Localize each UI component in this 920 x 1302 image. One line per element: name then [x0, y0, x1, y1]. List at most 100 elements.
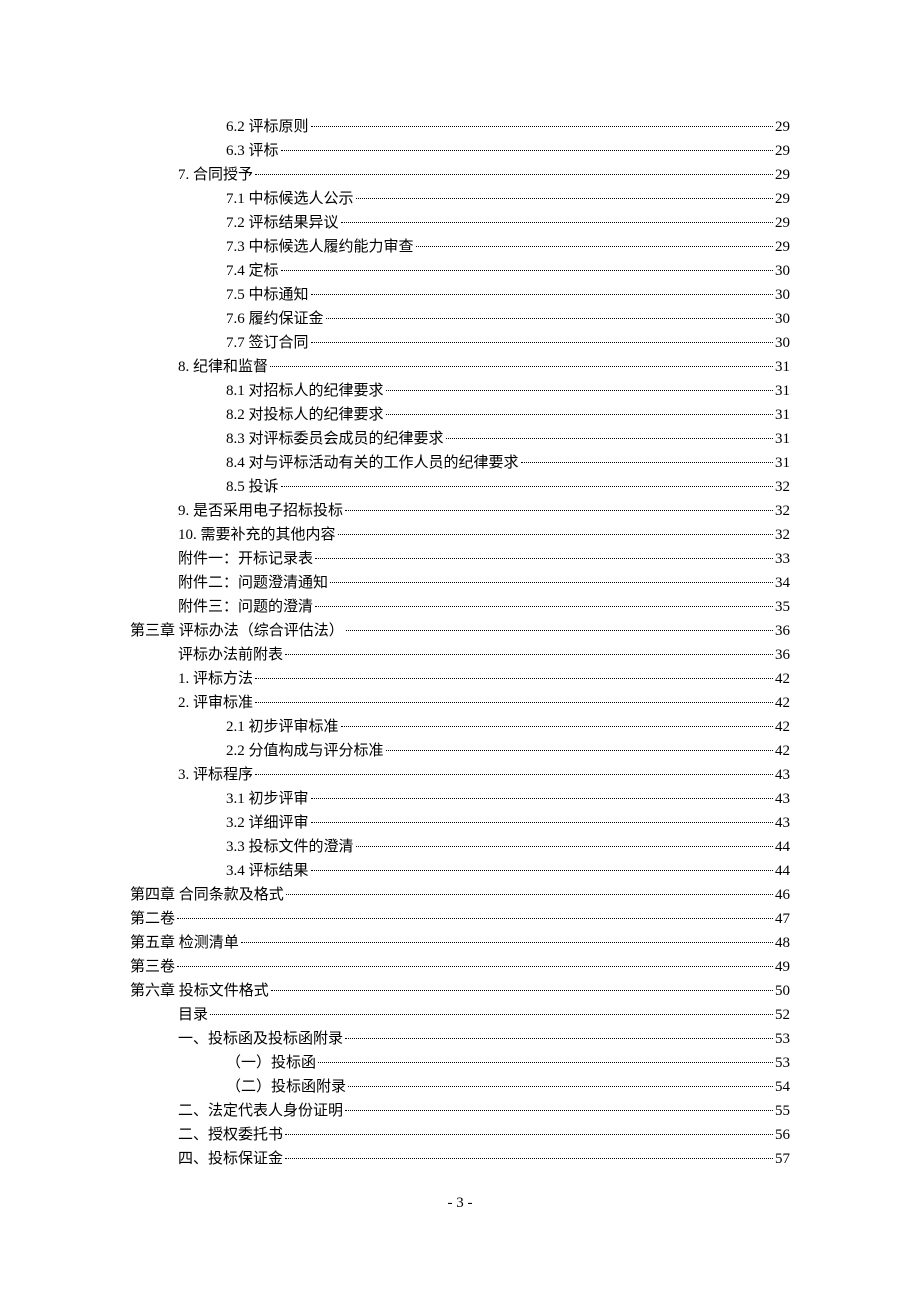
toc-entry: 8.3 对评标委员会成员的纪律要求31	[130, 427, 790, 451]
toc-leader-dots	[285, 1158, 773, 1159]
toc-entry: 7.6 履约保证金30	[130, 307, 790, 331]
toc-leader-dots	[386, 414, 773, 415]
toc-entry: 7.3 中标候选人履约能力审查29	[130, 235, 790, 259]
toc-entry-label: 四、投标保证金	[178, 1147, 283, 1171]
toc-entry-label: 第六章 投标文件格式	[130, 979, 269, 1003]
toc-entry-page: 42	[775, 691, 790, 715]
toc-leader-dots	[345, 510, 773, 511]
toc-entry-page: 43	[775, 763, 790, 787]
toc-entry-label: 3.3 投标文件的澄清	[226, 835, 354, 859]
toc-entry-label: 7.2 评标结果异议	[226, 211, 339, 235]
toc-entry-page: 34	[775, 571, 790, 595]
toc-entry: 7. 合同授予29	[130, 163, 790, 187]
toc-entry: 10. 需要补充的其他内容32	[130, 523, 790, 547]
toc-entry-label: 7.5 中标通知	[226, 283, 309, 307]
toc-entry-label: 1. 评标方法	[178, 667, 253, 691]
toc-entry-label: 9. 是否采用电子招标投标	[178, 499, 343, 523]
toc-entry-label: 3.1 初步评审	[226, 787, 309, 811]
toc-entry: 附件一：开标记录表33	[130, 547, 790, 571]
toc-entry-page: 54	[775, 1075, 790, 1099]
page-footer: - 3 -	[0, 1195, 920, 1212]
toc-entry-label: 评标办法前附表	[178, 643, 283, 667]
toc-entry: 6.3 评标29	[130, 139, 790, 163]
toc-entry-label: 7.3 中标候选人履约能力审查	[226, 235, 414, 259]
toc-leader-dots	[326, 318, 773, 319]
toc-entry: 8.5 投诉32	[130, 475, 790, 499]
toc-leader-dots	[345, 1038, 773, 1039]
toc-entry: 二、法定代表人身份证明 55	[130, 1099, 790, 1123]
toc-leader-dots	[311, 126, 773, 127]
toc-entry-label: 8.4 对与评标活动有关的工作人员的纪律要求	[226, 451, 519, 475]
toc-entry-page: 30	[775, 307, 790, 331]
toc-entry-label: 二、法定代表人身份证明	[178, 1099, 343, 1123]
toc-entry-label: 6.3 评标	[226, 139, 279, 163]
toc-entry: 1. 评标方法42	[130, 667, 790, 691]
toc-entry-page: 48	[775, 931, 790, 955]
toc-entry-page: 42	[775, 715, 790, 739]
toc-entry-label: 附件三：问题的澄清	[178, 595, 313, 619]
toc-entry: 四、投标保证金 57	[130, 1147, 790, 1171]
toc-leader-dots	[210, 1014, 773, 1015]
toc-leader-dots	[341, 222, 773, 223]
toc-entry: 第五章 检测清单48	[130, 931, 790, 955]
toc-leader-dots	[255, 678, 773, 679]
toc-entry-page: 43	[775, 787, 790, 811]
toc-leader-dots	[315, 558, 773, 559]
toc-entry-label: 7. 合同授予	[178, 163, 253, 187]
toc-leader-dots	[311, 342, 773, 343]
toc-leader-dots	[285, 654, 773, 655]
toc-leader-dots	[177, 966, 773, 967]
toc-entry-page: 32	[775, 475, 790, 499]
toc-leader-dots	[416, 246, 773, 247]
toc-entry: 8. 纪律和监督31	[130, 355, 790, 379]
toc-entry-page: 30	[775, 283, 790, 307]
toc-entry-page: 33	[775, 547, 790, 571]
toc-leader-dots	[271, 990, 773, 991]
toc-entry: 第三章 评标办法（综合评估法）36	[130, 619, 790, 643]
toc-entry-label: 一、投标函及投标函附录	[178, 1027, 343, 1051]
toc-leader-dots	[356, 846, 773, 847]
toc-entry-page: 31	[775, 379, 790, 403]
toc-entry: 6.2 评标原则 29	[130, 115, 790, 139]
toc-entry: 7.1 中标候选人公示 29	[130, 187, 790, 211]
toc-entry-page: 52	[775, 1003, 790, 1027]
toc-entry: 附件三：问题的澄清 35	[130, 595, 790, 619]
toc-entry-label: 3. 评标程序	[178, 763, 253, 787]
toc-entry: 评标办法前附表36	[130, 643, 790, 667]
toc-entry-page: 36	[775, 619, 790, 643]
toc-entry: 目录 52	[130, 1003, 790, 1027]
toc-entry-page: 44	[775, 835, 790, 859]
toc-entry-label: 2.1 初步评审标准	[226, 715, 339, 739]
toc-entry-page: 53	[775, 1027, 790, 1051]
toc-entry-label: 8.3 对评标委员会成员的纪律要求	[226, 427, 444, 451]
toc-entry-page: 29	[775, 187, 790, 211]
toc-entry-label: （一）投标函	[226, 1051, 316, 1075]
toc-entry: 2. 评审标准42	[130, 691, 790, 715]
toc-entry-label: 6.2 评标原则	[226, 115, 309, 139]
toc-leader-dots	[311, 870, 773, 871]
toc-entry-label: 7.7 签订合同	[226, 331, 309, 355]
toc-leader-dots	[270, 366, 773, 367]
toc-leader-dots	[311, 294, 773, 295]
toc-entry-label: 8. 纪律和监督	[178, 355, 268, 379]
toc-entry: 2.2 分值构成与评分标准42	[130, 739, 790, 763]
toc-entry-page: 42	[775, 739, 790, 763]
toc-entry-label: 目录	[178, 1003, 208, 1027]
toc-leader-dots	[255, 774, 773, 775]
toc-entry-page: 35	[775, 595, 790, 619]
toc-entry: 二、授权委托书56	[130, 1123, 790, 1147]
toc-entry-page: 29	[775, 115, 790, 139]
toc-entry-label: 7.4 定标	[226, 259, 279, 283]
toc-entry: 3.2 详细评审43	[130, 811, 790, 835]
toc-entry-page: 57	[775, 1147, 790, 1171]
toc-entry-page: 31	[775, 451, 790, 475]
toc-entry: 7.4 定标30	[130, 259, 790, 283]
toc-entry: 2.1 初步评审标准 42	[130, 715, 790, 739]
toc-leader-dots	[255, 702, 773, 703]
toc-entry-label: 二、授权委托书	[178, 1123, 283, 1147]
toc-entry-label: 第二卷	[130, 907, 175, 931]
toc-entry-page: 55	[775, 1099, 790, 1123]
toc-leader-dots	[386, 750, 773, 751]
toc-entry-label: 7.1 中标候选人公示	[226, 187, 354, 211]
toc-leader-dots	[311, 822, 773, 823]
